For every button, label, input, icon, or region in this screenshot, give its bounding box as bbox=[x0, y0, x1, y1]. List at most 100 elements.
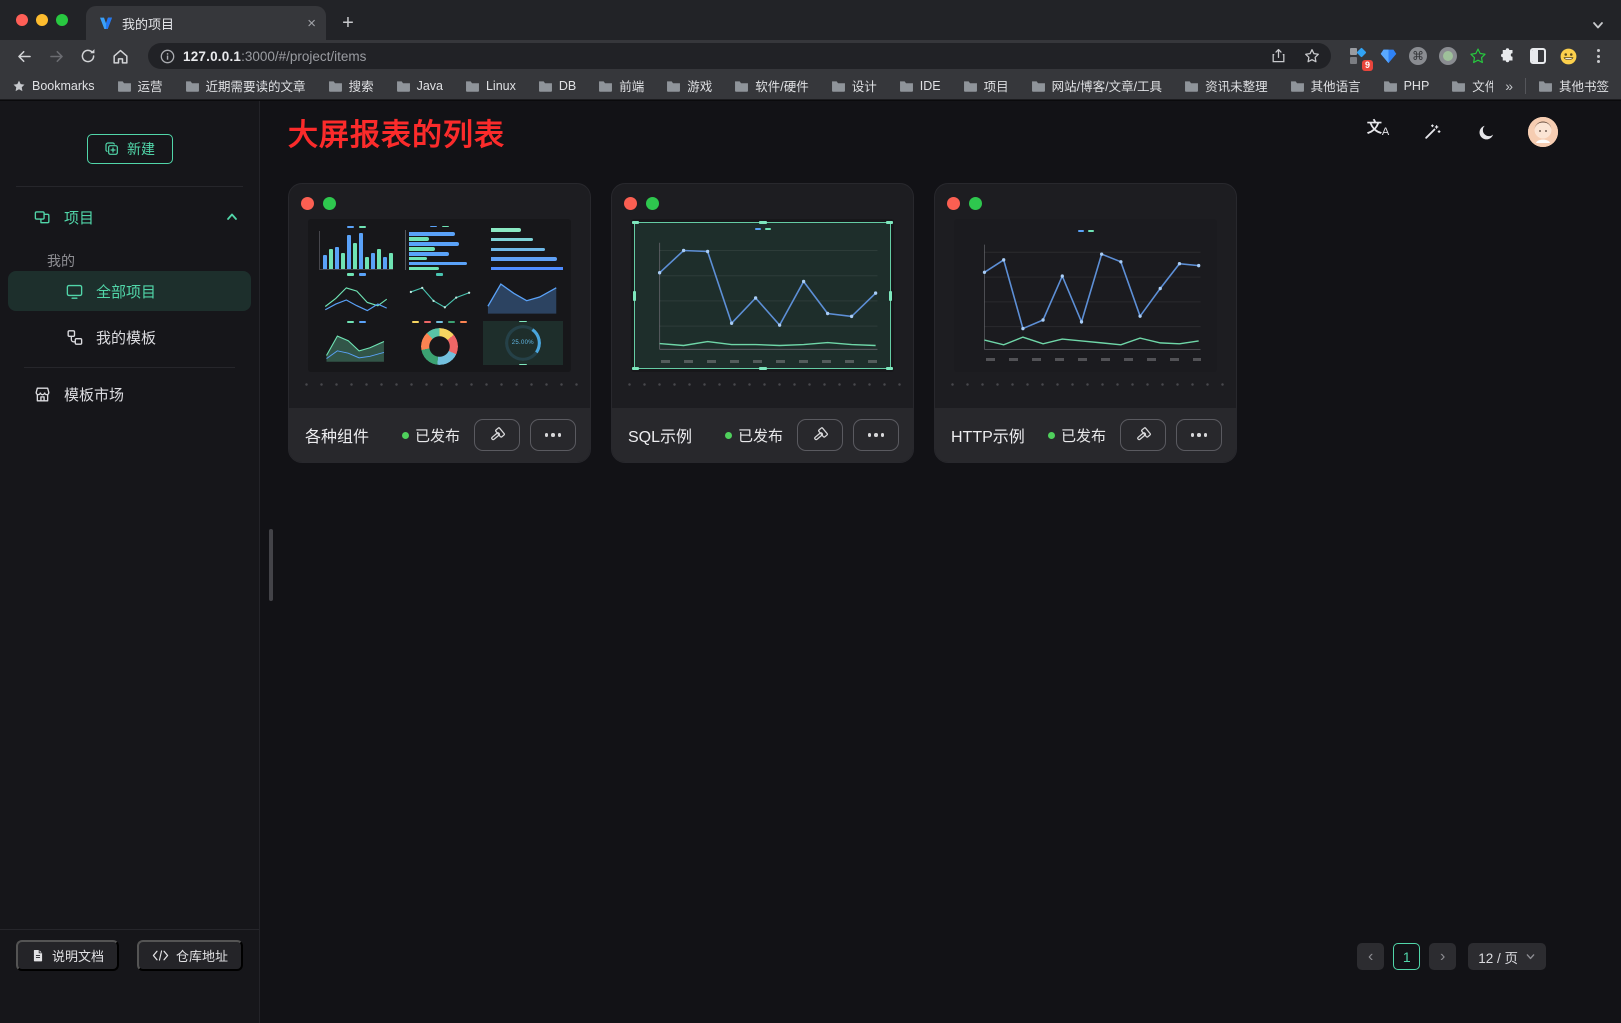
new-tab-button[interactable]: + bbox=[334, 9, 362, 37]
x-axis-ticks bbox=[661, 360, 880, 363]
tab-close-icon[interactable]: × bbox=[307, 15, 316, 32]
bookmark-folder[interactable]: DB bbox=[538, 76, 576, 95]
selection-handle[interactable] bbox=[889, 291, 892, 301]
chevron-up-icon[interactable] bbox=[225, 210, 239, 224]
reload-button[interactable] bbox=[74, 43, 102, 69]
bookmarks-root[interactable]: Bookmarks bbox=[12, 79, 95, 93]
bookmark-folder[interactable]: 项目 bbox=[963, 76, 1009, 95]
selection-handle[interactable] bbox=[519, 321, 527, 322]
folder-icon bbox=[465, 80, 480, 92]
sidebar-item-template-market[interactable]: 模板市场 bbox=[8, 374, 251, 414]
bookmark-star-icon[interactable] bbox=[1299, 43, 1325, 69]
back-button[interactable] bbox=[10, 43, 38, 69]
extension-darkreader-icon[interactable] bbox=[1525, 43, 1551, 69]
address-bar[interactable]: 127.0.0.1:3000/#/project/items bbox=[148, 43, 1331, 69]
project-card[interactable]: 25.00% 各种组件 已发布 bbox=[288, 183, 591, 463]
page-size-select[interactable]: 12 / 页 bbox=[1468, 943, 1546, 970]
card-traffic-dots bbox=[612, 184, 913, 210]
bookmark-folder[interactable]: 资讯未整理 bbox=[1184, 76, 1268, 95]
tab-title: 我的项目 bbox=[122, 14, 299, 33]
extension-gem-icon[interactable] bbox=[1375, 43, 1401, 69]
sidebar-item-my-templates[interactable]: 我的模板 bbox=[8, 317, 251, 357]
bookmarks-list: Bookmarks 运营 近期需要读的文章 搜索 Java Linux DB 前端 游戏 软件/… bbox=[12, 76, 1493, 95]
mini-area-chart-blue bbox=[483, 273, 563, 317]
scrollbar-thumb[interactable] bbox=[269, 529, 273, 601]
window-close-button[interactable] bbox=[16, 14, 28, 26]
bookmark-folder[interactable]: PHP bbox=[1383, 76, 1430, 95]
dark-mode-moon-icon[interactable] bbox=[1474, 120, 1498, 144]
home-button[interactable] bbox=[106, 43, 134, 69]
language-icon[interactable]: 文A bbox=[1366, 120, 1390, 144]
forward-button[interactable] bbox=[42, 43, 70, 69]
bar bbox=[365, 257, 369, 269]
bookmark-folder[interactable]: 游戏 bbox=[666, 76, 712, 95]
browser-tab[interactable]: 我的项目 × bbox=[86, 6, 326, 40]
window-minimize-button[interactable] bbox=[36, 14, 48, 26]
window-zoom-button[interactable] bbox=[56, 14, 68, 26]
x-axis-ticks bbox=[986, 358, 1201, 361]
extension-tabs-icon[interactable]: 9 bbox=[1345, 43, 1371, 69]
other-bookmarks[interactable]: 其他书签 bbox=[1538, 76, 1609, 95]
status-badge: 已发布 bbox=[725, 425, 783, 446]
project-card[interactable]: SQL示例 已发布 bbox=[611, 183, 914, 463]
extensions-puzzle-icon[interactable] bbox=[1495, 43, 1521, 69]
prev-page-button[interactable]: ‹ bbox=[1357, 943, 1384, 970]
mini-hbar-chart bbox=[399, 226, 479, 270]
hammer-icon bbox=[1134, 426, 1152, 444]
selection-handle[interactable] bbox=[633, 291, 636, 301]
bookmark-folder[interactable]: 运营 bbox=[117, 76, 163, 95]
bookmark-folder[interactable]: 前端 bbox=[598, 76, 644, 95]
extension-command-icon[interactable]: ⌘ bbox=[1405, 43, 1431, 69]
selection-handle[interactable] bbox=[519, 364, 527, 365]
bookmark-folder[interactable]: IDE bbox=[899, 76, 941, 95]
bookmark-folder[interactable]: 文件服务器 bbox=[1451, 76, 1493, 95]
more-button[interactable] bbox=[530, 419, 576, 451]
tab-search-chevron-icon[interactable] bbox=[1591, 18, 1605, 32]
bookmark-folder[interactable]: Java bbox=[396, 76, 443, 95]
selection-handle[interactable] bbox=[759, 367, 767, 370]
http-line-chart bbox=[960, 225, 1211, 366]
bookmark-folder[interactable]: 搜索 bbox=[328, 76, 374, 95]
bookmarks-overflow-chevron[interactable]: » bbox=[1505, 78, 1513, 94]
bar bbox=[409, 247, 435, 251]
selected-component[interactable] bbox=[635, 223, 890, 368]
selection-handle[interactable] bbox=[632, 367, 639, 370]
site-info-icon[interactable] bbox=[160, 49, 175, 64]
selection-handle[interactable] bbox=[632, 221, 639, 224]
edit-hammer-button[interactable] bbox=[474, 419, 520, 451]
folder-icon bbox=[1184, 80, 1199, 92]
app-root: 新建 项目 我的 全部项目 我的模板 bbox=[0, 100, 1621, 1023]
selection-handle[interactable] bbox=[886, 221, 893, 224]
bookmark-folder[interactable]: 软件/硬件 bbox=[734, 76, 808, 95]
bookmark-folder[interactable]: 设计 bbox=[831, 76, 877, 95]
browser-menu-icon[interactable] bbox=[1585, 43, 1611, 69]
selected-component[interactable]: 25.00% bbox=[483, 321, 563, 365]
project-card[interactable]: HTTP示例 已发布 bbox=[934, 183, 1237, 463]
sql-line-chart bbox=[635, 223, 890, 368]
docs-button[interactable]: 说明文档 bbox=[16, 940, 119, 971]
new-project-button[interactable]: 新建 bbox=[87, 134, 173, 164]
next-page-button[interactable]: › bbox=[1429, 943, 1456, 970]
more-button[interactable] bbox=[1176, 419, 1222, 451]
edit-hammer-button[interactable] bbox=[1120, 419, 1166, 451]
bookmark-folder[interactable]: 近期需要读的文章 bbox=[185, 76, 306, 95]
selection-handle[interactable] bbox=[886, 367, 893, 370]
sidebar-section-project[interactable]: 项目 bbox=[8, 199, 251, 235]
current-page-button[interactable]: 1 bbox=[1393, 943, 1420, 970]
user-avatar[interactable] bbox=[1528, 117, 1558, 147]
bookmark-folder[interactable]: Linux bbox=[465, 76, 516, 95]
sidebar-item-all-projects[interactable]: 全部项目 bbox=[8, 271, 251, 311]
bookmark-folder[interactable]: 网站/博客/文章/工具 bbox=[1031, 76, 1162, 95]
extension-green-star-icon[interactable] bbox=[1465, 43, 1491, 69]
extension-emoji-icon[interactable] bbox=[1555, 43, 1581, 69]
share-icon[interactable] bbox=[1265, 43, 1291, 69]
folder-icon bbox=[1383, 80, 1398, 92]
extension-circle-icon[interactable] bbox=[1435, 43, 1461, 69]
more-button[interactable] bbox=[853, 419, 899, 451]
monitor-icon bbox=[65, 282, 84, 301]
magic-wand-icon[interactable] bbox=[1420, 120, 1444, 144]
edit-hammer-button[interactable] bbox=[797, 419, 843, 451]
bookmark-folder[interactable]: 其他语言 bbox=[1290, 76, 1361, 95]
selection-handle[interactable] bbox=[759, 221, 767, 224]
repo-button[interactable]: 仓库地址 bbox=[137, 940, 243, 971]
